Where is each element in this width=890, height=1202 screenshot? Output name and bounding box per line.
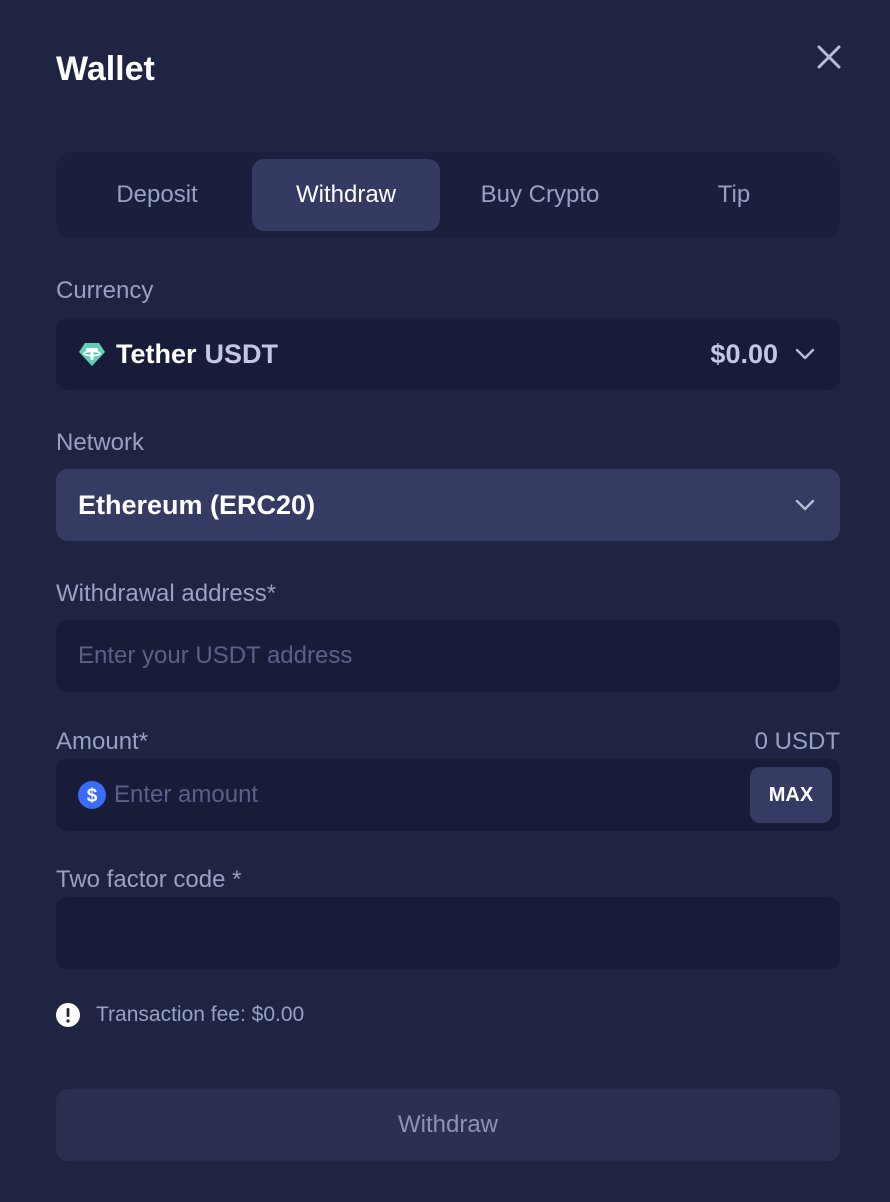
network-label: Network (56, 429, 145, 456)
withdraw-button[interactable]: Withdraw (56, 1089, 840, 1161)
network-select[interactable]: Ethereum (ERC20) (56, 469, 840, 541)
currency-select[interactable]: Tether USDT $0.00 (56, 318, 840, 390)
tab-withdraw[interactable]: Withdraw (252, 159, 440, 231)
withdrawal-address-input[interactable] (78, 642, 818, 670)
transaction-fee: Transaction fee: $0.00 (56, 1003, 304, 1027)
transaction-fee-text: Transaction fee: $0.00 (96, 1003, 305, 1026)
withdrawal-address-field (56, 620, 840, 692)
modal-title: Wallet (56, 50, 155, 88)
wallet-modal: Wallet Deposit Withdraw Buy Crypto Tip C… (0, 0, 890, 1202)
currency-label: Currency (56, 277, 154, 304)
currency-name: Tether (116, 338, 197, 369)
amount-label: Amount* (56, 728, 149, 755)
close-icon[interactable] (812, 40, 846, 74)
withdrawal-address-label: Withdrawal address* (56, 580, 277, 607)
wallet-tabs: Deposit Withdraw Buy Crypto Tip (56, 152, 840, 238)
two-factor-field (56, 897, 840, 969)
tab-deposit[interactable]: Deposit (62, 159, 252, 231)
chevron-down-icon (792, 341, 818, 367)
amount-input[interactable] (114, 781, 714, 809)
currency-code: USDT (204, 338, 279, 369)
tab-tip[interactable]: Tip (640, 159, 828, 231)
two-factor-input[interactable] (78, 919, 818, 947)
svg-text:$: $ (87, 786, 98, 807)
amount-balance: 0 USDT (754, 728, 840, 755)
currency-amount: $0.00 (710, 338, 778, 369)
dollar-icon: $ (78, 781, 106, 809)
max-button[interactable]: MAX (750, 767, 832, 823)
info-icon (56, 1003, 80, 1027)
tether-icon (78, 340, 106, 368)
chevron-down-icon (792, 492, 818, 518)
network-value: Ethereum (ERC20) (78, 489, 316, 520)
tab-buy-crypto[interactable]: Buy Crypto (440, 159, 640, 231)
two-factor-label: Two factor code * (56, 866, 242, 893)
amount-field: $ MAX (56, 759, 840, 831)
